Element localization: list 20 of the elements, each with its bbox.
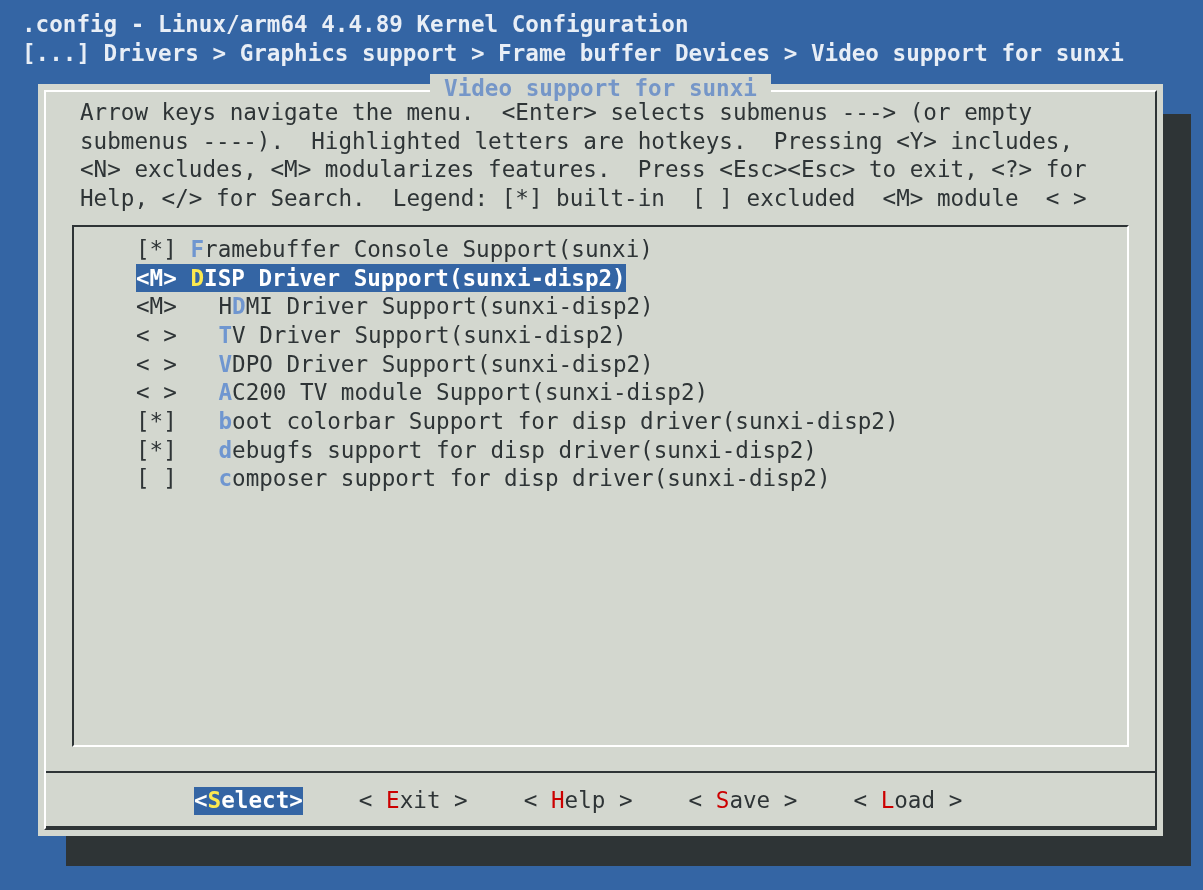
menu-item[interactable]: [ ] composer support for disp driver(sunxi-disp2) bbox=[136, 464, 831, 493]
dialog-title: Video support for sunxi bbox=[430, 74, 771, 102]
window-title: .config - Linux/arm64 4.4.89 Kernel Configuration bbox=[22, 10, 690, 39]
help-text: <N> excludes, <M> modularizes features. Press <Esc><Esc> to exit, <?> for bbox=[80, 155, 1088, 185]
menu-item[interactable]: < > VDPO Driver Support(sunxi-disp2) bbox=[136, 349, 654, 379]
menu-item[interactable]: <M> HDMI Driver Support(sunxi-disp2) bbox=[136, 292, 654, 321]
menu-item[interactable]: [*] debugfs support for disp driver(sunxi-disp2) bbox=[136, 435, 817, 465]
menu-button[interactable]: <Select> bbox=[194, 786, 303, 815]
help-text: submenus ----). Highlighted letters are hotkeys. Pressing <Y> includes, bbox=[80, 126, 1074, 156]
menu-item[interactable]: <M> DISP Driver Support(sunxi-disp2) bbox=[136, 263, 626, 293]
menu-item[interactable]: < > TV Driver Support(sunxi-disp2) bbox=[136, 320, 627, 350]
menu-button[interactable]: < Save > bbox=[688, 786, 798, 815]
menu-button[interactable]: < Help > bbox=[523, 786, 633, 815]
breadcrumb: [...] Drivers > Graphics support > Frame buffer Devices > Video support for sunxi bbox=[22, 39, 1125, 68]
menu-button[interactable]: < Load > bbox=[853, 786, 963, 815]
menu-item[interactable]: [*] boot colorbar Support for disp driver(sunxi-disp2) bbox=[136, 406, 899, 436]
menu-button[interactable]: < Exit > bbox=[358, 786, 468, 815]
menu-item[interactable]: < > AC200 TV module Support(sunxi-disp2) bbox=[136, 378, 709, 407]
help-text: Help, </> for Search. Legend: [*] built-in [ ] excluded <M> module < > bbox=[80, 184, 1088, 213]
menu-item[interactable]: [*] F ramebuffer Console Support(sunxi) bbox=[136, 234, 653, 264]
